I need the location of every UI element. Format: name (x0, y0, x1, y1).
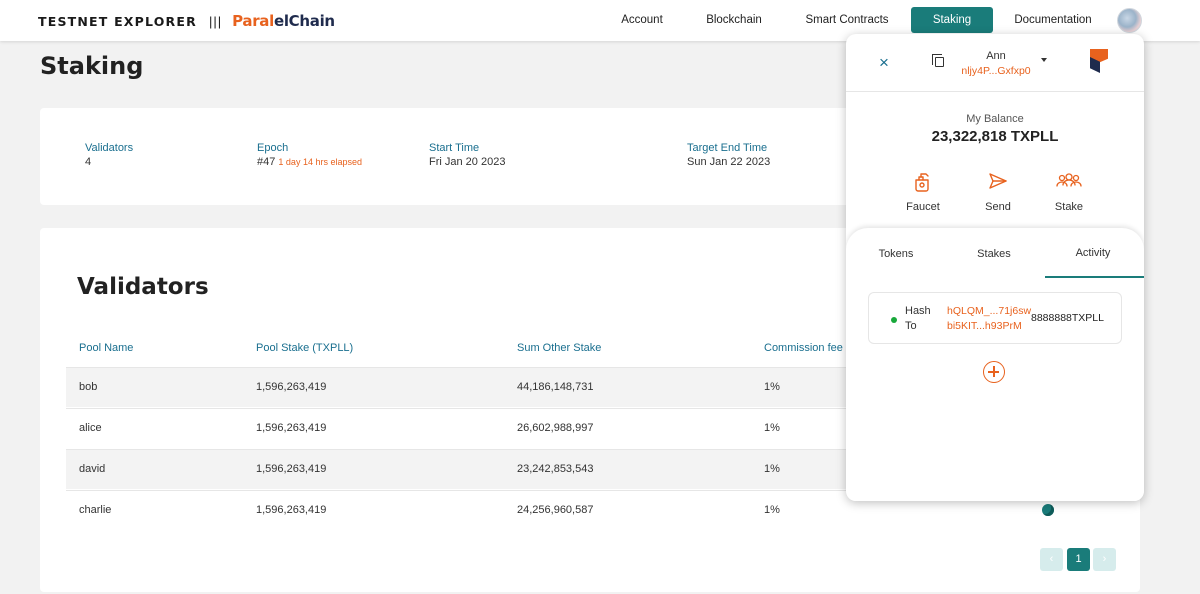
stat-validators-value: 4 (85, 156, 92, 168)
sum-other-stake-cell: 24,256,960,587 (517, 504, 594, 516)
stat-start-time: Start Time Fri Jan 20 2023 (429, 142, 505, 168)
wallet-header: × Ann nljy4P...Gxfxp0 (846, 34, 1144, 92)
commission-cell: 1% (764, 463, 780, 475)
tab-stakes[interactable]: Stakes (964, 248, 1024, 260)
nav-blockchain[interactable]: Blockchain (700, 7, 768, 33)
faucet-label: Faucet (906, 201, 940, 213)
send-icon (968, 169, 1028, 193)
stat-epoch-label: Epoch (257, 142, 289, 154)
copy-icon[interactable] (932, 54, 944, 67)
nav-account[interactable]: Account (610, 7, 674, 33)
brand[interactable]: TESTNET EXPLORER ||| ParalelChain (38, 12, 335, 30)
balance-label: My Balance (966, 113, 1024, 125)
pagination-next-button[interactable]: › (1093, 548, 1116, 571)
pool-name-cell: alice (79, 422, 102, 434)
pool-name-cell: david (79, 463, 106, 475)
stat-epoch-value-wrap: #47 1 day 14 hrs elapsed (257, 156, 362, 168)
status-dot-icon (891, 317, 897, 323)
stat-epoch-elapsed: 1 day 14 hrs elapsed (278, 157, 362, 167)
stat-start-time-value: Fri Jan 20 2023 (429, 156, 506, 168)
send-button[interactable]: Send (968, 169, 1028, 213)
send-label: Send (985, 201, 1011, 213)
balance-value: 23,322,818 TXPLL (931, 128, 1059, 145)
activity-amount: 8888888TXPLL (1031, 312, 1104, 324)
activity-to-label: To (905, 320, 917, 332)
wallet-panel: × Ann nljy4P...Gxfxp0 My Balance 23,322,… (846, 34, 1144, 501)
column-header-sum-other-stake: Sum Other Stake (517, 342, 602, 354)
stat-target-end-time-value: Sun Jan 22 2023 (687, 156, 771, 168)
pool-name-cell: bob (79, 381, 98, 393)
pool-stake-cell: 1,596,263,419 (256, 422, 327, 434)
active-tab-indicator (1045, 276, 1144, 278)
activity-to-value[interactable]: bi5KIT...h93PrM (947, 320, 1022, 332)
stake-icon (1039, 169, 1099, 193)
commission-cell: 1% (764, 422, 780, 434)
sum-other-stake-cell: 23,242,853,543 (517, 463, 594, 475)
stat-validators: Validators 4 (85, 142, 133, 168)
wallet-tabs-section: Tokens Stakes Activity Hash To hQLQM_...… (846, 228, 1144, 501)
parallelchain-logo-icon (1090, 49, 1108, 73)
stat-epoch: Epoch #47 1 day 14 hrs elapsed (257, 142, 362, 168)
commission-cell: 1% (764, 381, 780, 393)
activity-hash-value[interactable]: hQLQM_...71j6sw (947, 305, 1031, 317)
wallet-account-name[interactable]: Ann (956, 50, 1036, 62)
nav-smart-contracts[interactable]: Smart Contracts (797, 7, 897, 33)
column-header-commission-fee: Commission fee (764, 342, 843, 354)
pagination-page-1[interactable]: 1 (1067, 548, 1090, 571)
user-avatar[interactable] (1117, 8, 1142, 33)
validators-title: Validators (77, 274, 209, 300)
close-icon[interactable]: × (879, 54, 889, 71)
nav-documentation[interactable]: Documentation (1007, 7, 1099, 33)
tab-tokens[interactable]: Tokens (866, 248, 926, 260)
stake-button[interactable]: Stake (1039, 169, 1099, 213)
stake-status-icon[interactable] (1042, 504, 1054, 516)
pool-stake-cell: 1,596,263,419 (256, 463, 327, 475)
pool-name-cell: charlie (79, 504, 112, 516)
stat-start-time-label: Start Time (429, 142, 480, 154)
chevron-down-icon[interactable] (1041, 58, 1047, 62)
column-header-pool-stake: Pool Stake (TXPLL) (256, 342, 354, 354)
sum-other-stake-cell: 26,602,988,997 (517, 422, 594, 434)
parallelchain-logo: ParalelChain (232, 12, 335, 30)
stat-target-end-time: Target End Time Sun Jan 22 2023 (687, 142, 770, 168)
stake-label: Stake (1054, 201, 1084, 213)
stat-validators-label: Validators (85, 142, 134, 154)
activity-item[interactable]: Hash To hQLQM_...71j6sw bi5KIT...h93PrM … (868, 292, 1122, 344)
column-header-pool-name: Pool Name (79, 342, 134, 354)
pool-stake-cell: 1,596,263,419 (256, 504, 327, 516)
tab-activity[interactable]: Activity (1063, 247, 1123, 259)
faucet-icon (893, 169, 953, 193)
wallet-account-address[interactable]: nljy4P...Gxfxp0 (956, 65, 1036, 77)
commission-cell: 1% (764, 504, 780, 516)
nav-staking[interactable]: Staking (911, 7, 993, 33)
pool-stake-cell: 1,596,263,419 (256, 381, 327, 393)
stat-target-end-time-label: Target End Time (687, 142, 768, 154)
faucet-button[interactable]: Faucet (893, 169, 953, 213)
stat-epoch-value: #47 (257, 156, 276, 168)
activity-hash-label: Hash (905, 305, 931, 317)
sum-other-stake-cell: 44,186,148,731 (517, 381, 594, 393)
add-circle-icon[interactable] (983, 361, 1005, 383)
brand-separator: ||| (208, 13, 223, 29)
pagination-prev-button[interactable]: ‹ (1040, 548, 1063, 571)
brand-explorer-text: TESTNET EXPLORER (38, 13, 197, 29)
page-title: Staking (40, 52, 144, 80)
